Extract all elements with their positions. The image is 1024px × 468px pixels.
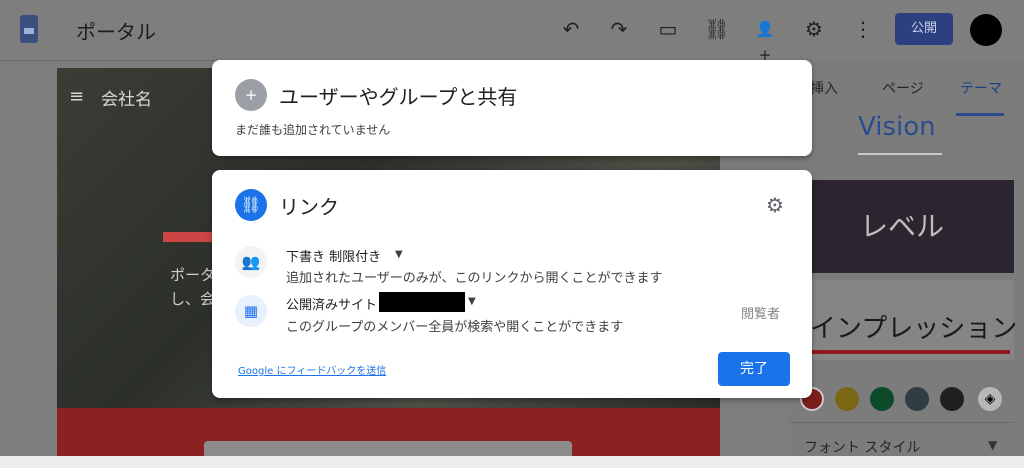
site-title[interactable]: ポータル <box>76 16 156 45</box>
bottom-scrollbar[interactable] <box>0 456 1024 468</box>
add-person-icon: + <box>235 79 267 111</box>
link-icon[interactable]: ⛓ <box>704 16 730 42</box>
color-swatch-green[interactable] <box>870 387 894 411</box>
gear-icon[interactable]: ⚙ <box>766 193 784 217</box>
share-title: ユーザーやグループと共有 <box>279 85 518 109</box>
share-dialog-link: ⛓ リンク ⚙ 👥 下書き 制限付き ▼ 追加されたユーザーのみが、このリンクか… <box>212 170 812 398</box>
draft-access-label[interactable]: 下書き 制限付き <box>286 246 381 265</box>
chevron-down-icon[interactable]: ▼ <box>395 249 403 260</box>
hero-text-line-1: ポータ <box>170 266 216 284</box>
people-icon: 👥 <box>235 246 267 278</box>
color-swatch-slate[interactable] <box>905 387 929 411</box>
color-swatch-yellow[interactable] <box>835 387 859 411</box>
link-title: リンク <box>279 195 339 219</box>
custom-color-icon[interactable]: ◈ <box>978 387 1002 411</box>
hero-text: ポータ し、会 <box>170 263 215 311</box>
add-user-icon[interactable]: 👤+ <box>752 16 778 64</box>
font-style-label[interactable]: フォント スタイル <box>804 437 920 457</box>
feedback-link[interactable]: Google にフィードバックを送信 <box>238 362 386 377</box>
undo-icon[interactable]: ↶ <box>558 16 584 42</box>
top-bar: ポータル ↶ ↷ ▭ ⛓ 👤+ ⚙ ⋮ 公開 <box>0 0 1024 64</box>
published-site-label[interactable]: 公開済みサイト <box>286 294 377 313</box>
active-tab-indicator <box>956 113 1004 116</box>
color-swatch-black[interactable] <box>940 387 964 411</box>
share-dialog-users: + ユーザーやグループと共有 まだ誰も追加されていません <box>212 60 812 156</box>
theme-vision[interactable]: Vision <box>858 112 936 142</box>
preview-devices-icon[interactable]: ▭ <box>655 16 681 42</box>
link-chain-icon: ⛓ <box>235 189 267 221</box>
publish-button[interactable]: 公開 <box>895 13 953 45</box>
published-site-desc: このグループのメンバー全員が検索や開くことができます <box>286 320 624 335</box>
more-options-icon[interactable]: ⋮ <box>850 16 876 42</box>
hamburger-menu-icon[interactable]: ≡ <box>69 86 84 107</box>
chevron-down-icon[interactable]: ▼ <box>988 438 997 452</box>
right-panel: 挿入 ページ テーマ Vision レベル インプレッション ◈ フォント スタ… <box>790 60 1024 468</box>
role-viewer: 閲覧者 <box>741 307 781 322</box>
settings-icon[interactable]: ⚙ <box>801 16 827 42</box>
tab-pages[interactable]: ページ <box>882 78 924 98</box>
chevron-down-icon[interactable]: ▼ <box>468 296 476 307</box>
sites-logo-icon <box>20 15 38 43</box>
redacted-block <box>379 292 465 312</box>
theme-vision-underline <box>858 153 942 155</box>
company-name: 会社名 <box>101 90 152 110</box>
hero-text-line-2: し、会 <box>170 290 216 308</box>
theme-level: レベル <box>859 210 944 243</box>
tab-insert[interactable]: 挿入 <box>810 78 838 98</box>
draft-access-desc: 追加されたユーザーのみが、このリンクから開くことができます <box>286 271 663 286</box>
building-icon: ▦ <box>235 295 267 327</box>
done-button[interactable]: 完了 <box>718 352 790 386</box>
tab-themes[interactable]: テーマ <box>960 78 1002 98</box>
share-subtitle: まだ誰も追加されていません <box>235 123 391 137</box>
theme-impression: インプレッション <box>810 314 1018 344</box>
avatar[interactable] <box>970 14 1002 46</box>
redo-icon[interactable]: ↷ <box>606 16 632 42</box>
theme-impression-accent <box>810 350 1010 354</box>
divider <box>790 422 1014 423</box>
